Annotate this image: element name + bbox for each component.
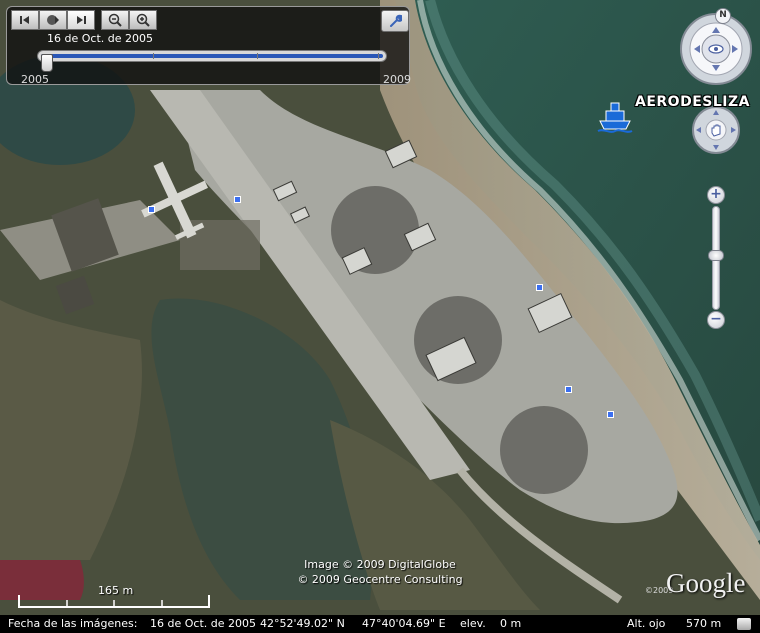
zoom-slider[interactable]: + − bbox=[707, 186, 725, 330]
credit-line-digitalglobe: Image © 2009 DigitalGlobe bbox=[304, 558, 456, 571]
time-slider-range bbox=[41, 54, 383, 58]
time-slider-panel: 16 de Oct. de 2005 2005 2009 bbox=[6, 6, 411, 86]
look-navigation-control[interactable]: N bbox=[678, 8, 754, 85]
zoom-out-icon bbox=[108, 13, 122, 27]
time-slider-thumb[interactable] bbox=[41, 54, 53, 72]
zoom-in-time-button[interactable] bbox=[129, 10, 157, 30]
compass-north-label: N bbox=[719, 10, 727, 20]
map-marker[interactable] bbox=[607, 411, 614, 418]
imagery-date-value: 16 de Oct. de 2005 bbox=[150, 617, 256, 630]
google-logo: Google bbox=[666, 568, 746, 598]
clock-button[interactable] bbox=[39, 10, 67, 30]
time-slider-tick bbox=[257, 53, 258, 59]
move-navigation-control[interactable] bbox=[691, 105, 741, 155]
compass-north-marker[interactable]: N bbox=[715, 8, 731, 24]
scale-bar bbox=[18, 595, 210, 608]
map-marker[interactable] bbox=[234, 196, 241, 203]
eye-altitude-label: Alt. ojo bbox=[627, 617, 666, 630]
go-forward-button[interactable] bbox=[67, 10, 95, 30]
zoom-in-button[interactable]: + bbox=[707, 186, 725, 204]
hand-icon bbox=[711, 124, 721, 137]
go-back-button[interactable] bbox=[11, 10, 39, 30]
wrench-icon bbox=[390, 14, 402, 27]
credit-line-geocentre: © 2009 Geocentre Consulting bbox=[297, 573, 463, 586]
go-back-icon bbox=[20, 16, 29, 24]
time-slider-tick bbox=[153, 53, 154, 59]
time-slider-end-year: 2009 bbox=[383, 73, 411, 86]
status-bar: Fecha de las imágenes: 16 de Oct. de 200… bbox=[0, 615, 760, 633]
time-slider-start-year: 2005 bbox=[21, 73, 49, 86]
zoom-thumb[interactable] bbox=[708, 250, 724, 261]
latitude-readout: 42°52'49.02" N bbox=[260, 617, 345, 630]
clock-icon bbox=[47, 15, 59, 25]
time-slider-tick bbox=[378, 53, 379, 59]
placemark-label[interactable]: AERODESLIZA bbox=[635, 94, 750, 110]
zoom-in-icon bbox=[136, 13, 150, 27]
imagery-credits: Image © 2009 DigitalGlobe © 2009 Geocent… bbox=[280, 557, 480, 587]
map-marker[interactable] bbox=[148, 206, 155, 213]
zoom-out-time-button[interactable] bbox=[101, 10, 129, 30]
time-slider-track[interactable] bbox=[37, 50, 387, 62]
longitude-readout: 47°40'04.69" E bbox=[362, 617, 446, 630]
eye-altitude-value: 570 m bbox=[686, 617, 722, 630]
zoom-out-button[interactable]: − bbox=[707, 311, 725, 329]
elevation-label: elev. bbox=[460, 617, 486, 630]
imagery-date-label: Fecha de las imágenes: bbox=[8, 617, 138, 630]
go-forward-icon bbox=[77, 16, 86, 24]
streaming-indicator bbox=[737, 618, 751, 630]
time-slider-date: 16 de Oct. de 2005 bbox=[47, 32, 153, 45]
eye-icon bbox=[708, 44, 724, 54]
map-marker[interactable] bbox=[536, 284, 543, 291]
time-settings-button[interactable] bbox=[381, 10, 409, 32]
ship-icon[interactable] bbox=[596, 97, 634, 135]
map-marker[interactable] bbox=[565, 386, 572, 393]
elevation-value: 0 m bbox=[500, 617, 522, 630]
